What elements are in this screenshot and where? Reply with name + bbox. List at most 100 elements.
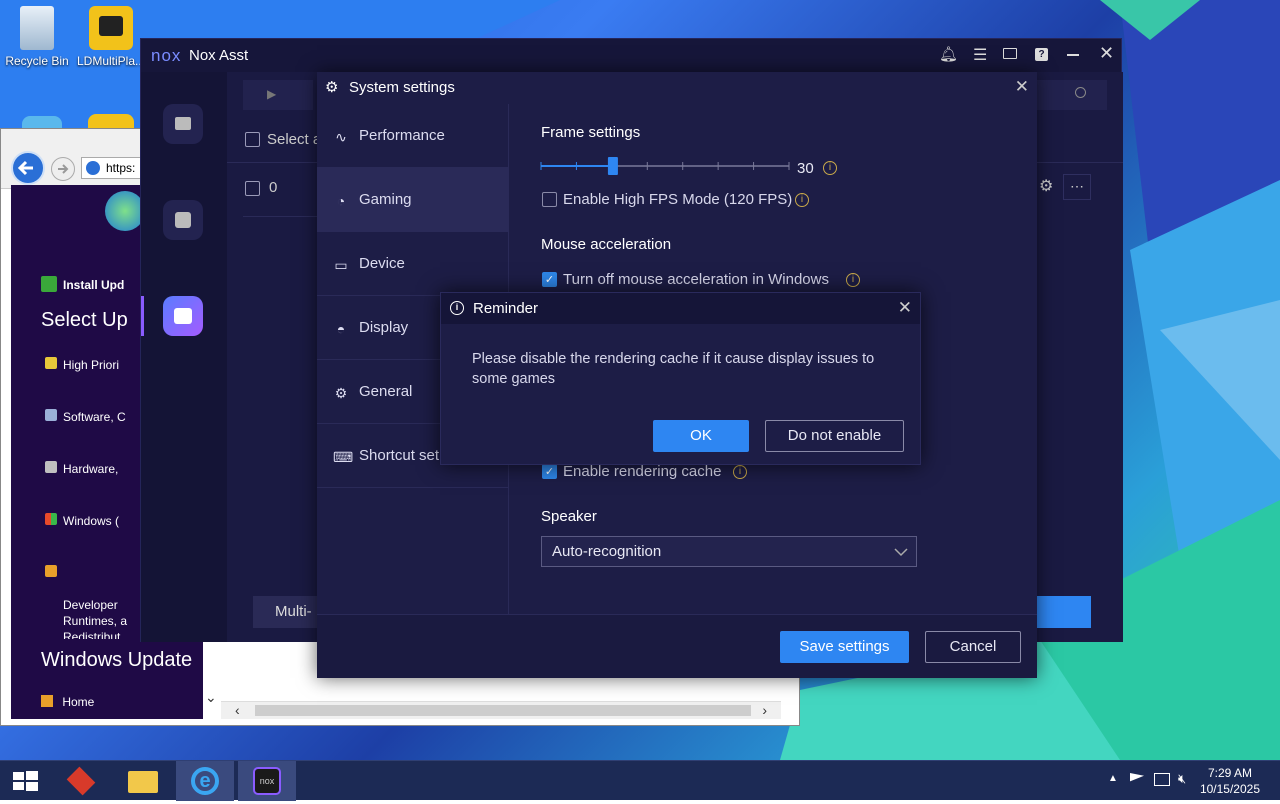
ie-icon: e [191,767,219,795]
high-fps-info-icon[interactable]: i [795,193,809,207]
address-bar[interactable]: https: [81,157,141,179]
network-icon[interactable] [1154,773,1170,786]
taskbar-app-toolbox[interactable] [52,761,110,801]
taskbar-app-internet-explorer[interactable]: e [176,761,234,801]
nav-item-label: Gaming [359,191,412,208]
scroll-down-icon[interactable]: ⌄ [205,689,217,706]
nox-title: Nox Asst [189,47,249,64]
show-hidden-icons-icon[interactable]: ▲ [1108,773,1118,784]
nav-item-performance[interactable]: ∿ Performance [317,104,509,168]
reminder-close-icon[interactable]: ✕ [898,298,912,318]
speaker-selected-value: Auto-recognition [552,543,662,560]
windows-icon [45,513,57,525]
taskbar-app-file-explorer[interactable] [114,761,172,801]
folder-icon[interactable] [1003,48,1017,59]
update-category-high-priority[interactable]: High Priori [45,357,119,373]
rendering-cache-label: Enable rendering cache [563,463,722,480]
settings-gear-icon: ⚙ [325,79,339,96]
forward-button[interactable] [51,157,75,181]
update-category-software[interactable]: Software, C [45,409,126,425]
taskbar-app-nox[interactable]: nox [238,761,296,801]
reminder-message: Please disable the rendering cache if it… [472,351,875,387]
display-icon: ◓ [336,321,346,337]
multi-button[interactable]: Multi- [253,596,323,628]
select-all-checkbox[interactable] [245,132,260,147]
instance-settings-icon[interactable]: ⚙ [1039,176,1053,196]
rendering-cache-checkbox[interactable]: ✓ [542,464,557,479]
nox-titlebar: nox Nox Asst 🔔︎ ☰ ? ✕ [141,39,1121,72]
nox-sidebar [141,72,227,642]
update-category-hardware[interactable]: Hardware, [45,461,118,477]
instance-checkbox[interactable] [245,181,260,196]
mouse-acceleration-label: Turn off mouse acceleration in Windows [563,271,829,288]
install-updates-link[interactable]: Install Upd [41,276,124,293]
windows-update-logo-icon [105,191,145,231]
pulse-icon: ∿ [335,129,347,145]
ie-page-icon [86,161,100,175]
desktop-icon-recycle-bin[interactable]: Recycle Bin [2,6,72,68]
horizontal-scrollbar[interactable]: ‹ › [221,701,781,719]
settings-footer: Save settings Cancel [317,614,1037,678]
recycle-bin-icon [20,6,54,50]
sidebar-store-button[interactable] [163,200,203,240]
shield-icon [45,357,57,369]
slider-thumb [607,157,618,175]
minimize-icon[interactable] [1067,54,1079,56]
mouse-acceleration-info-icon[interactable]: i [846,273,860,287]
windows-update-nav: Windows Update Home [11,639,203,719]
desktop-icon-ldmultiplayer[interactable]: LDMultiPla... [76,6,146,68]
fps-value: 30 [797,160,814,177]
sidebar-multi-instance-button[interactable] [163,296,203,336]
search-box[interactable] [1027,80,1107,110]
clock-date: 10/15/2025 [1199,782,1260,796]
back-button[interactable] [11,151,45,185]
action-center-flag-icon[interactable] [1130,773,1144,782]
play-button-bar: ▶ [243,80,313,110]
menu-icon[interactable]: ☰ [973,45,987,65]
folder-icon [128,771,158,793]
nav-item-device[interactable]: ▭ Device [317,232,509,296]
sidebar-folder-button[interactable] [163,104,203,144]
taskbar-clock[interactable]: 7:29 AM 10/15/2025 [1200,765,1260,797]
nox-app-icon: nox [253,767,281,795]
keyboard-icon: ⌨ [333,449,354,465]
settings-title: System settings [349,79,455,96]
home-link[interactable]: Home [41,695,94,709]
primary-action-button[interactable] [1037,596,1091,628]
instance-more-icon[interactable]: ⋯ [1063,174,1091,200]
recycle-bin-label: Recycle Bin [5,54,69,68]
speaker-select[interactable]: Auto-recognition [541,536,917,567]
update-category-developer[interactable]: Developer Runtimes, a Redistribut [45,565,127,645]
reminder-ok-button[interactable]: OK [653,420,749,452]
fps-slider[interactable] [539,156,799,176]
high-fps-checkbox[interactable] [542,192,557,207]
nav-item-label: Device [359,255,405,272]
help-icon[interactable]: ? [1035,48,1048,61]
scroll-left-icon[interactable]: ‹ [235,702,240,718]
stack-icon [174,308,192,324]
scrollbar-thumb[interactable] [255,705,751,716]
fps-info-icon[interactable]: i [823,161,837,175]
cancel-button[interactable]: Cancel [925,631,1021,663]
mouse-acceleration-title: Mouse acceleration [541,236,672,253]
settings-close-icon[interactable]: ✕ [1015,77,1029,97]
select-updates-title: Select Up [41,309,128,331]
ldmultiplayer-label: LDMultiPla... [76,54,146,68]
volume-muted-icon[interactable]: 🔇︎ [1178,771,1186,787]
clock-time: 7:29 AM [1207,766,1252,780]
start-button[interactable] [0,761,50,801]
bell-icon[interactable]: 🔔︎ [939,45,958,63]
nav-item-gaming[interactable]: ◔ Gaming [317,168,509,232]
speaker-title: Speaker [541,508,597,525]
reminder-dialog: i Reminder ✕ Please disable the renderin… [440,292,921,465]
reminder-do-not-enable-button[interactable]: Do not enable [765,420,904,452]
close-icon[interactable]: ✕ [1099,43,1114,64]
play-icon[interactable]: ▶ [267,87,276,101]
toolbox-icon [66,766,96,796]
save-settings-button[interactable]: Save settings [780,631,909,663]
update-category-windows[interactable]: Windows ( [45,513,119,529]
mouse-acceleration-checkbox[interactable]: ✓ [542,272,557,287]
sidebar-active-indicator [141,296,144,336]
scroll-right-icon[interactable]: › [762,702,767,718]
rendering-cache-info-icon[interactable]: i [733,465,747,479]
